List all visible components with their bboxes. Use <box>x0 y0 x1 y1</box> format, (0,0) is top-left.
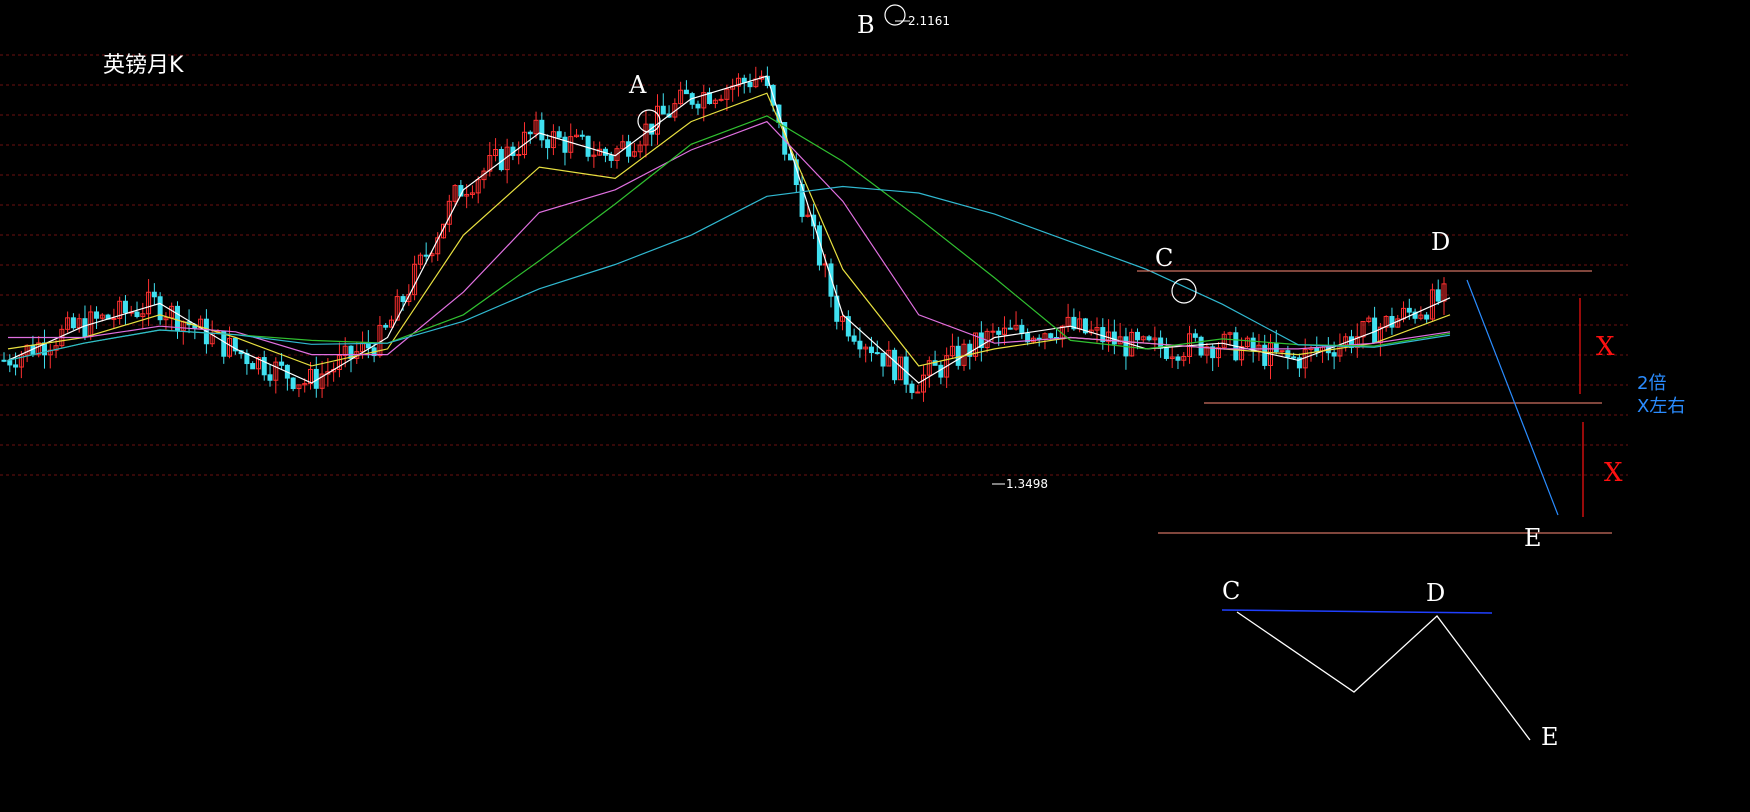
candle-body <box>498 149 504 171</box>
candle-body <box>556 131 562 138</box>
candle-body <box>13 364 19 368</box>
candle-body <box>1111 331 1117 345</box>
candle-body <box>1424 314 1430 320</box>
candle-body <box>747 81 753 88</box>
point-label-a: A <box>628 71 647 99</box>
candle-body <box>1273 342 1279 353</box>
candle-body <box>1406 307 1412 313</box>
point-label-b: B <box>857 11 875 39</box>
candle-body <box>134 311 140 317</box>
candle-body <box>279 361 285 366</box>
point-label-e: E <box>1524 524 1542 552</box>
candle-body <box>1262 344 1268 366</box>
candle-body <box>82 318 88 338</box>
schematic-path <box>1236 611 1531 741</box>
ma-line-3 <box>8 120 1451 356</box>
price-label-high: 2.1161 <box>908 14 950 28</box>
grid-lines <box>0 54 1628 476</box>
candle-body <box>527 131 533 135</box>
circle-marker-a <box>637 109 661 133</box>
candle-body <box>880 352 886 367</box>
schematic-level-line <box>1221 609 1493 614</box>
candle-body <box>290 377 296 390</box>
candle-body <box>383 324 389 328</box>
projection-line <box>1466 279 1559 516</box>
candle-body <box>996 330 1002 335</box>
candle-body <box>539 119 545 141</box>
candle-body <box>857 340 863 350</box>
candle-body <box>828 263 834 297</box>
candle-body <box>868 346 874 354</box>
candle-body <box>562 136 568 153</box>
candle-body <box>695 103 701 109</box>
schematic-label-c: C <box>1222 577 1240 605</box>
candle-body <box>1192 333 1198 338</box>
candle-body <box>400 296 406 303</box>
candle-body <box>909 383 915 393</box>
candle-body <box>1019 324 1025 335</box>
schematic-label-d: D <box>1426 579 1445 607</box>
chart-title: 英镑月K <box>103 53 184 78</box>
candle-body <box>151 291 157 298</box>
candle-body <box>1163 347 1169 359</box>
candle-body <box>1291 356 1297 359</box>
candle-body <box>545 139 551 149</box>
candle-body <box>70 317 76 329</box>
candle-body <box>423 254 429 257</box>
candle-body <box>1146 336 1152 341</box>
candle-body <box>221 330 227 357</box>
candle-body <box>111 317 117 320</box>
candle-body <box>990 330 996 333</box>
candlesticks <box>1 66 1447 402</box>
point-label-d: D <box>1431 228 1450 256</box>
ratio-note-line1: 2倍 <box>1637 373 1666 394</box>
candle-body <box>267 374 273 381</box>
candle-body <box>1389 315 1395 328</box>
candle-body <box>660 105 666 115</box>
candle-body <box>7 360 13 366</box>
candle-body <box>608 154 614 161</box>
candle-body <box>1198 336 1204 356</box>
x-mark-lower: X <box>1604 458 1623 488</box>
candle-body <box>1048 333 1054 338</box>
candle-body <box>1331 352 1337 357</box>
candle-body <box>94 311 100 319</box>
candle-body <box>122 300 128 314</box>
candle-body <box>1 359 7 362</box>
candle-body <box>585 135 591 157</box>
candle-body <box>579 134 585 137</box>
candle-body <box>1435 289 1441 302</box>
candle-body <box>718 98 724 101</box>
candle-body <box>1134 331 1140 341</box>
ratio-note-line2: X左右 <box>1637 396 1685 417</box>
circle-marker-b <box>884 4 906 26</box>
candle-body <box>915 391 921 394</box>
candle-body <box>892 349 898 381</box>
candle-body <box>261 357 267 376</box>
price-label-low: 1.3498 <box>1006 477 1048 491</box>
candle-body <box>683 89 689 95</box>
candle-body <box>1279 350 1285 353</box>
candle-body <box>1314 347 1320 352</box>
ma-line-slow-1 <box>7 115 1451 361</box>
candle-body <box>250 363 256 370</box>
x-mark-upper: X <box>1596 332 1615 362</box>
candle-body <box>157 296 163 321</box>
candle-body <box>741 77 747 83</box>
candle-body <box>1007 327 1013 330</box>
schematic-label-e: E <box>1541 723 1559 751</box>
point-label-c: C <box>1155 244 1173 272</box>
candle-body <box>955 345 961 366</box>
candle-body <box>874 352 880 355</box>
candle-body <box>1175 356 1181 361</box>
candle-body <box>851 335 857 342</box>
chart-canvas: 英镑月K A B C D E 2.1161 1.3498 X X 2倍 X左右 … <box>0 4 1685 751</box>
